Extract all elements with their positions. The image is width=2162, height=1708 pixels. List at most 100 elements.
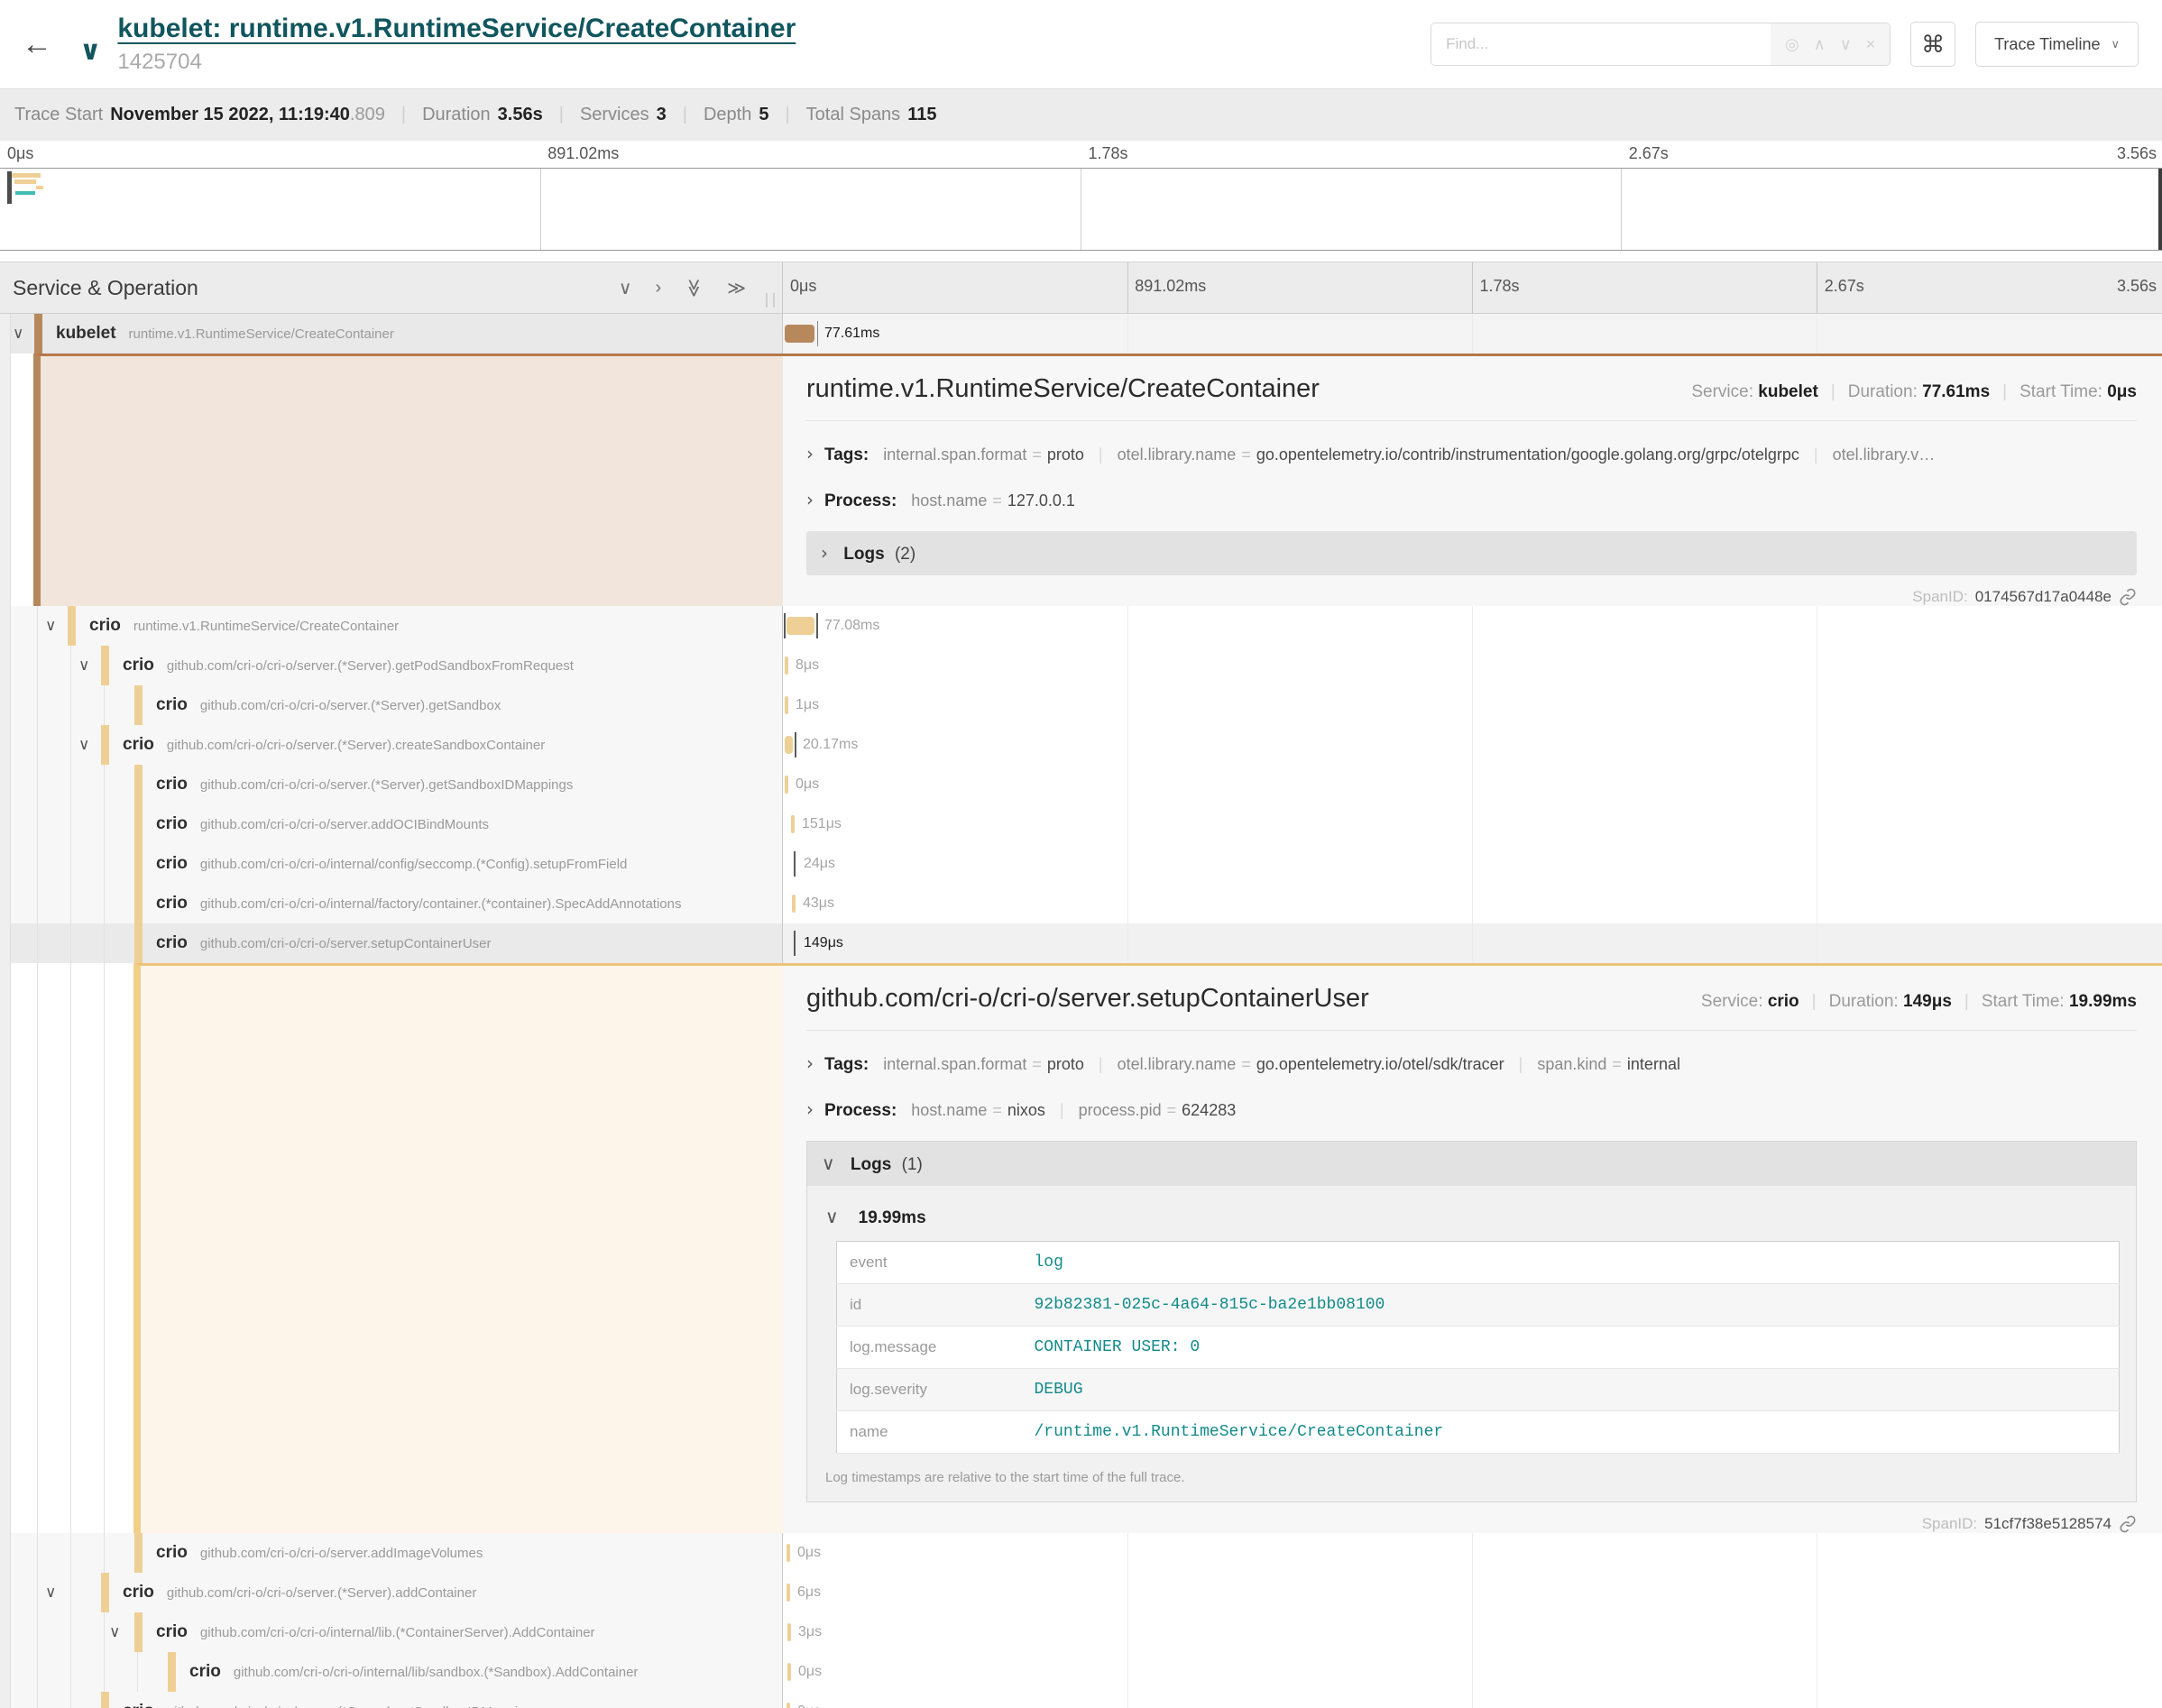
span-bar[interactable] [785, 776, 788, 794]
span-row-kubelet-createcontainer[interactable]: ∨ kubelet runtime.v1.RuntimeService/Crea… [0, 314, 2162, 354]
span-collapse-chevron-icon[interactable]: ∨ [45, 1584, 56, 1602]
trace-title-link[interactable]: kubelet: runtime.v1.RuntimeService/Creat… [117, 14, 796, 43]
span-detail-panel: github.com/cri-o/cri-o/server.setupConta… [783, 963, 2162, 1533]
log-field-value: CONTAINER USER: 0 [1022, 1327, 2120, 1369]
span-bar[interactable] [785, 657, 788, 675]
span-row-crio-createcontainer[interactable]: ∨ crio runtime.v1.RuntimeService/CreateC… [0, 606, 2162, 646]
span-bar[interactable] [785, 736, 793, 754]
log-field-row: id 92b82381-025c-4a64-815c-ba2e1bb08100 [837, 1284, 2120, 1327]
span-bar[interactable] [787, 1584, 790, 1602]
minimap-tick: 1.78s [1089, 144, 1128, 163]
column-resizer[interactable] [766, 293, 775, 308]
span-collapse-chevron-icon[interactable]: ∨ [78, 657, 89, 675]
span-duration: 0μs [796, 776, 819, 793]
span-bar[interactable] [791, 815, 795, 833]
span-row-getpodsandboxfromrequest[interactable]: ∨ crio github.com/cri-o/cri-o/server.(*S… [0, 646, 2162, 685]
log-field-key: id [837, 1284, 1022, 1327]
locate-match-icon[interactable]: ◎ [1785, 35, 1799, 54]
log-entry-time: 19.99ms [859, 1208, 926, 1227]
span-row-setupfromfield[interactable]: crio github.com/cri-o/cri-o/internal/con… [0, 844, 2162, 884]
span-bar[interactable] [785, 696, 788, 714]
trace-id: 1425704 [117, 50, 1431, 75]
trace-view-selector[interactable]: Trace Timeline ∨ [1975, 22, 2139, 67]
log-field-key: name [837, 1411, 1022, 1454]
logs-count: (1) [902, 1155, 923, 1174]
span-bar[interactable] [787, 1544, 790, 1562]
logs-toggle-bar[interactable]: › Logs (2) [806, 531, 2137, 575]
collapse-one-icon[interactable]: ∨ [619, 277, 632, 299]
span-bar[interactable] [787, 617, 814, 635]
span-row-setupcontaineruser[interactable]: crio github.com/cri-o/cri-o/server.setup… [0, 923, 2162, 963]
span-collapse-chevron-icon[interactable]: ∨ [13, 325, 23, 343]
service-color-stripe [34, 314, 42, 354]
deep-link-icon[interactable] [2119, 588, 2137, 606]
span-row-addcontainer[interactable]: ∨ crio github.com/cri-o/cri-o/server.(*S… [0, 1573, 2162, 1612]
span-service: crio [156, 1622, 188, 1642]
span-row-specaddannotations[interactable]: crio github.com/cri-o/cri-o/internal/fac… [0, 884, 2162, 923]
chevron-right-icon: › [806, 1098, 814, 1120]
span-bar[interactable] [785, 325, 814, 343]
span-collapse-chevron-icon[interactable]: ∨ [45, 617, 56, 635]
span-bar[interactable] [787, 1663, 791, 1681]
chevron-down-icon: ∨ [2111, 37, 2120, 51]
find-group: ◎ ∧ ∨ × [1431, 23, 1891, 66]
logs-toggle-bar[interactable]: ∨ Logs (1) [807, 1142, 2136, 1186]
keyboard-shortcuts-button[interactable]: ⌘ [1910, 22, 1955, 67]
log-field-row: log.severity DEBUG [837, 1369, 2120, 1411]
chevron-down-icon: ∨ [822, 1152, 835, 1174]
collapse-controls: ∨ › ≫ ≫ [619, 277, 746, 299]
span-row-addocibindmounts[interactable]: crio github.com/cri-o/cri-o/server.addOC… [0, 804, 2162, 844]
span-bar[interactable] [787, 1703, 790, 1708]
span-bar[interactable] [792, 895, 796, 913]
span-collapse-chevron-icon[interactable]: ∨ [109, 1623, 120, 1641]
span-row-getsandboxidmappings-2[interactable]: crio github.com/cri-o/cri-o/server.(*Ser… [0, 1692, 2162, 1708]
trace-collapse-chevron-icon[interactable]: ∨ [79, 35, 101, 67]
tag-item: otel.library.v… [1833, 445, 1936, 464]
span-duration: 3μs [798, 1624, 822, 1640]
span-duration: 0μs [797, 1703, 821, 1708]
span-operation: github.com/cri-o/cri-o/internal/lib/sand… [234, 1665, 639, 1680]
span-operation: github.com/cri-o/cri-o/server.(*Server).… [167, 738, 545, 753]
back-button[interactable]: ← [22, 27, 67, 62]
expand-all-icon[interactable]: ≫ [727, 277, 746, 299]
span-row-createsandboxcontainer[interactable]: ∨ crio github.com/cri-o/cri-o/server.(*S… [0, 725, 2162, 765]
span-bar-tick [795, 732, 796, 758]
deep-link-icon[interactable] [2119, 1515, 2137, 1533]
span-row-addimagevolumes[interactable]: crio github.com/cri-o/cri-o/server.addIm… [0, 1533, 2162, 1573]
span-service: crio [156, 775, 188, 794]
minimap-canvas[interactable] [0, 168, 2162, 251]
collapse-all-icon[interactable]: ≫ [683, 279, 705, 298]
span-collapse-chevron-icon[interactable]: ∨ [78, 736, 89, 754]
tags-row[interactable]: › Tags: internal.span.format=proto | ote… [806, 443, 2137, 465]
find-input[interactable] [1431, 23, 1771, 65]
timeline-header: Service & Operation ∨ › ≫ ≫ 0μs 891.02ms… [0, 262, 2162, 314]
view-range-start-handle[interactable] [7, 171, 12, 204]
span-bar-tick[interactable] [794, 931, 796, 956]
span-row-sandbox-addcontainer[interactable]: crio github.com/cri-o/cri-o/internal/lib… [0, 1652, 2162, 1692]
span-operation: github.com/cri-o/cri-o/server.addOCIBind… [200, 817, 489, 832]
span-row-getsandbox[interactable]: crio github.com/cri-o/cri-o/server.(*Ser… [0, 685, 2162, 725]
tags-row[interactable]: › Tags: internal.span.format=proto | ote… [806, 1052, 2137, 1075]
minimap-tick: 891.02ms [547, 144, 619, 163]
clear-find-icon[interactable]: × [1866, 35, 1876, 54]
minimap-span-bar [36, 186, 43, 189]
process-row[interactable]: › Process: host.name=127.0.0.1 [806, 489, 2137, 511]
process-label: Process: [824, 1101, 897, 1121]
span-service: crio [123, 1702, 154, 1708]
process-row[interactable]: › Process: host.name=nixos | process.pid… [806, 1098, 2137, 1121]
process-item: host.name=127.0.0.1 [911, 491, 1075, 510]
view-range-end-handle[interactable] [2158, 169, 2162, 250]
duration-value: 3.56s [498, 105, 543, 125]
span-bar-tick[interactable] [794, 851, 796, 877]
prev-match-icon[interactable]: ∧ [1814, 35, 1826, 54]
ruler-tick: 1.78s [1480, 277, 1520, 296]
log-entry-header[interactable]: ∨19.99ms [825, 1206, 2120, 1228]
next-match-icon[interactable]: ∨ [1840, 35, 1852, 54]
span-operation: runtime.v1.RuntimeService/CreateContaine… [133, 619, 399, 634]
span-row-lib-addcontainer[interactable]: ∨ crio github.com/cri-o/cri-o/internal/l… [0, 1612, 2162, 1652]
service-color-stripe [168, 1652, 176, 1692]
span-bar[interactable] [787, 1623, 791, 1641]
span-bar-tick [784, 613, 786, 638]
expand-one-icon[interactable]: › [655, 278, 661, 298]
span-row-getsandboxidmappings[interactable]: crio github.com/cri-o/cri-o/server.(*Ser… [0, 765, 2162, 804]
